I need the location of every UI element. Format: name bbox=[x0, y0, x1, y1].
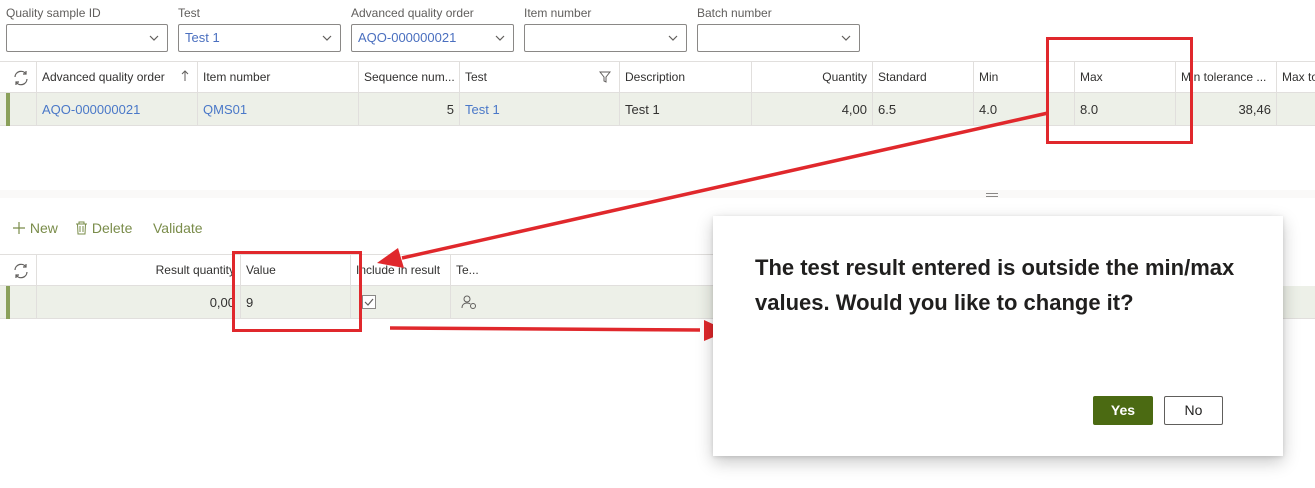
cell-include-in-result[interactable] bbox=[351, 286, 451, 319]
chevron-down-icon bbox=[841, 35, 851, 41]
column-header-test-instrument[interactable]: Te... bbox=[451, 255, 713, 286]
filter-quality-sample-id: Quality sample ID bbox=[6, 6, 168, 52]
arrow-value-to-dialog bbox=[389, 326, 701, 332]
confirmation-dialog: The test result entered is outside the m… bbox=[713, 216, 1283, 456]
chevron-down-icon bbox=[322, 35, 332, 41]
cell-description: Test 1 bbox=[620, 93, 752, 126]
header-label: Description bbox=[625, 70, 686, 84]
row-selector[interactable] bbox=[10, 286, 37, 319]
new-button[interactable]: New bbox=[12, 216, 58, 240]
header-label: Te... bbox=[456, 263, 479, 277]
plus-icon bbox=[13, 222, 25, 234]
column-header-result-quantity[interactable]: Result quantity bbox=[37, 255, 241, 286]
header-label: Include in result bbox=[356, 263, 441, 277]
chevron-down-icon bbox=[495, 35, 505, 41]
sort-ascending-icon bbox=[181, 70, 189, 81]
cell-sequence-number: 5 bbox=[359, 93, 460, 126]
header-label: Standard bbox=[878, 70, 927, 84]
column-header-test[interactable]: Test bbox=[460, 62, 620, 93]
header-label: Result quantity bbox=[155, 263, 235, 277]
refresh-icon bbox=[14, 263, 28, 279]
chevron-down-icon bbox=[149, 35, 159, 41]
pane-divider bbox=[0, 190, 1315, 198]
checkbox-checked-icon bbox=[362, 295, 376, 309]
column-header-standard[interactable]: Standard bbox=[873, 62, 974, 93]
header-label: Item number bbox=[203, 70, 271, 84]
annotation-box-max bbox=[1046, 37, 1193, 144]
column-header-max-tolerance[interactable]: Max to bbox=[1277, 62, 1315, 93]
dialog-message: The test result entered is outside the m… bbox=[755, 255, 1235, 315]
header-label: Quantity bbox=[822, 70, 867, 84]
trash-icon bbox=[76, 221, 87, 235]
header-label: Test bbox=[465, 70, 488, 84]
splitter-handle[interactable] bbox=[986, 193, 998, 197]
cell-quantity: 4,00 bbox=[752, 93, 873, 126]
validate-label: Validate bbox=[153, 220, 203, 236]
cell-result-quantity[interactable]: 0,00 bbox=[37, 286, 241, 319]
filter-test: Test Test 1 bbox=[178, 6, 341, 52]
chevron-down-icon bbox=[668, 35, 678, 41]
column-header-advanced-quality-order[interactable]: Advanced quality order bbox=[37, 62, 198, 93]
annotation-box-value bbox=[232, 251, 362, 332]
test-select[interactable]: Test 1 bbox=[178, 24, 341, 52]
header-label: Advanced quality order bbox=[42, 70, 165, 84]
filter-label: Batch number bbox=[697, 6, 772, 20]
delete-button[interactable]: Delete bbox=[75, 216, 132, 240]
row-selector[interactable] bbox=[10, 93, 37, 126]
header-label: Max to bbox=[1282, 70, 1315, 84]
column-header-quantity[interactable]: Quantity bbox=[752, 62, 873, 93]
filter-label: Advanced quality order bbox=[351, 6, 474, 20]
cell-item-number[interactable]: QMS01 bbox=[198, 93, 359, 126]
select-value: Test 1 bbox=[185, 30, 220, 45]
filter-label: Quality sample ID bbox=[6, 6, 101, 20]
validate-button[interactable]: Validate bbox=[153, 216, 203, 240]
filter-item-number: Item number bbox=[524, 6, 687, 52]
yes-button[interactable]: Yes bbox=[1093, 396, 1153, 425]
cell-test[interactable]: Test 1 bbox=[460, 93, 620, 126]
header-label: Sequence num... bbox=[364, 70, 455, 84]
refresh-column[interactable] bbox=[0, 255, 37, 286]
header-label: Min tolerance ... bbox=[1181, 70, 1267, 84]
delete-label: Delete bbox=[91, 220, 133, 236]
column-header-item-number[interactable]: Item number bbox=[198, 62, 359, 93]
filter-advanced-quality-order: Advanced quality order AQO-000000021 bbox=[351, 6, 514, 52]
filter-label: Test bbox=[178, 6, 201, 20]
user-settings-icon bbox=[461, 295, 476, 309]
cell-standard: 6.5 bbox=[873, 93, 974, 126]
batch-number-select[interactable] bbox=[697, 24, 860, 52]
item-number-select[interactable] bbox=[524, 24, 687, 52]
advanced-quality-order-select[interactable]: AQO-000000021 bbox=[351, 24, 514, 52]
column-header-sequence-number[interactable]: Sequence num... bbox=[359, 62, 460, 93]
cell-max-tolerance bbox=[1277, 93, 1315, 126]
column-header-include-in-result[interactable]: Include in result bbox=[351, 255, 451, 286]
select-value: AQO-000000021 bbox=[358, 30, 457, 45]
refresh-icon bbox=[14, 70, 28, 86]
filter-label: Item number bbox=[524, 6, 592, 20]
cell-test-instrument[interactable] bbox=[451, 286, 713, 319]
cell-advanced-quality-order[interactable]: AQO-000000021 bbox=[37, 93, 198, 126]
filter-icon bbox=[599, 71, 611, 83]
no-button[interactable]: No bbox=[1164, 396, 1223, 425]
quality-sample-id-select[interactable] bbox=[6, 24, 168, 52]
filter-batch-number: Batch number bbox=[697, 6, 860, 52]
refresh-column[interactable] bbox=[0, 62, 37, 93]
column-header-description[interactable]: Description bbox=[620, 62, 752, 93]
new-label: New bbox=[29, 220, 58, 236]
header-label: Min bbox=[979, 70, 999, 84]
